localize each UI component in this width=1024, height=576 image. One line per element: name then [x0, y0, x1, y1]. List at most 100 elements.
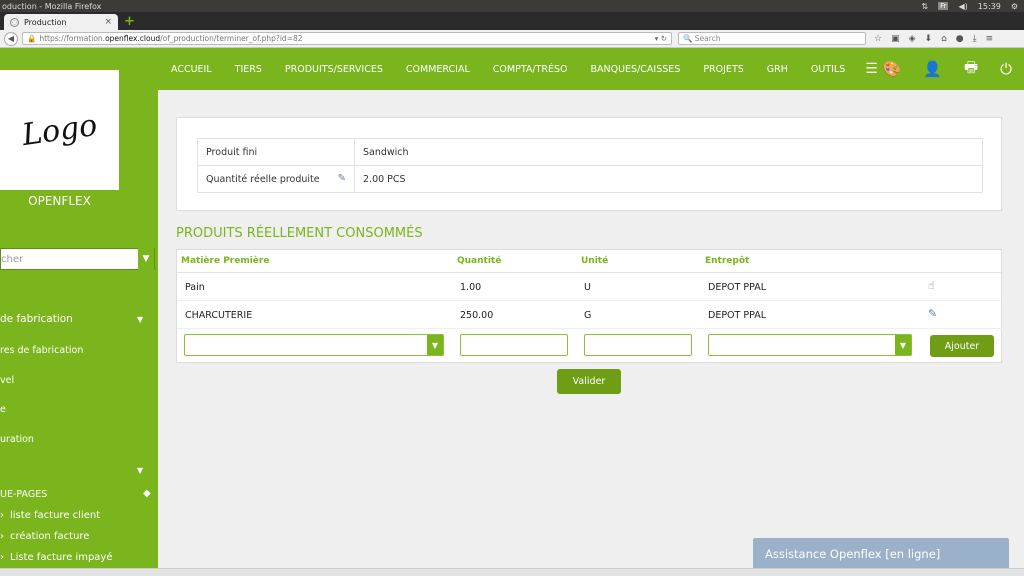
tag-icon[interactable]: ◆ — [143, 488, 151, 499]
power-icon[interactable]: ⏻ — [1000, 60, 1012, 78]
lock-icon: 🔒 — [27, 34, 37, 43]
cell-material: CHARCUTERIE — [185, 310, 253, 321]
sidebar-item-fabrication[interactable]: de fabrication — [0, 313, 73, 325]
arrow-icon: › — [0, 510, 4, 521]
table-header: Matière Première Quantité Unité Entrepôt — [177, 250, 1003, 273]
chevron-down-icon[interactable]: ▼ — [137, 315, 143, 324]
cell-material: Pain — [185, 282, 205, 293]
header-warehouse: Entrepôt — [705, 256, 750, 266]
sidebar: Logo OPENFLEX cher ▼ de fabrication ▼ re… — [0, 48, 158, 576]
bookmark-star-icon[interactable]: ☆ — [874, 34, 882, 44]
cell-warehouse: DEPOT PPAL — [708, 282, 766, 293]
quantity-input[interactable] — [460, 334, 568, 356]
quick-page-link[interactable]: › liste facture client — [0, 510, 100, 521]
brand-name: OPENFLEX — [28, 194, 91, 208]
nav-projets[interactable]: PROJETS — [703, 64, 743, 75]
edit-pencil-icon[interactable]: ✎ — [338, 173, 346, 184]
sidebar-item-ordres-fabrication[interactable]: res de fabrication — [0, 345, 83, 356]
search-icon: 🔍 — [683, 34, 695, 43]
hand-pointer-icon[interactable]: ☝ — [928, 279, 935, 292]
table-row: Pain 1.00 U DEPOT PPAL ☝ — [177, 273, 1003, 301]
sidebar-item-nouvel[interactable]: vel — [0, 375, 14, 386]
material-select[interactable]: ▼ — [184, 334, 444, 356]
quick-page-link[interactable]: › Liste facture impayé — [0, 552, 113, 563]
nav-commercial[interactable]: COMMERCIAL — [406, 64, 470, 75]
os-top-bar: oduction - Mozilla Firefox ⇅ Fr ◀) 15:39… — [0, 0, 1024, 12]
nav-produits-services[interactable]: PRODUITS/SERVICES — [285, 64, 383, 75]
header-material: Matière Première — [181, 256, 270, 266]
hamburger-menu-icon[interactable]: ☰ — [865, 61, 878, 77]
palette-icon[interactable]: 🎨 — [883, 60, 902, 78]
browser-tab[interactable]: ◌ Production × — [4, 14, 118, 30]
arrow-icon: › — [0, 552, 4, 563]
home-icon[interactable]: ⌂ — [941, 34, 947, 44]
horizontal-scrollbar[interactable] — [0, 568, 1024, 576]
back-arrow-icon[interactable]: ◀ — [4, 31, 18, 46]
downloads-icon[interactable]: ⤓ — [973, 34, 977, 44]
validate-button[interactable]: Valider — [557, 369, 621, 394]
consumed-products-panel: Matière Première Quantité Unité Entrepôt… — [176, 249, 1003, 363]
nav-compta-treso[interactable]: COMPTA/TRÉSO — [493, 64, 568, 75]
finished-product-value: Sandwich — [354, 138, 983, 166]
browser-menu-icon[interactable]: ≡ — [986, 34, 994, 44]
browser-search-box[interactable]: 🔍 Search — [678, 32, 866, 45]
sidebar-search-input[interactable]: cher ▼ — [0, 248, 155, 270]
chevron-down-icon[interactable]: ▼ — [895, 335, 911, 355]
quick-pages-title: UE-PAGES — [0, 489, 48, 500]
arrow-icon: › — [0, 531, 4, 542]
nav-outils[interactable]: OUTILS — [811, 64, 845, 75]
edit-pencil-icon[interactable]: ✎ — [928, 307, 937, 320]
table-row: CHARCUTERIE 250.00 G DEPOT PPAL ✎ — [177, 301, 1003, 329]
new-tab-icon[interactable]: + — [124, 15, 135, 28]
address-bar[interactable]: 🔒 https://formation. openflex.cloud /of_… — [22, 32, 672, 45]
table-row: Quantité réelle produite ✎ 2.00 PCS — [197, 165, 983, 193]
browser-search-placeholder: Search — [694, 34, 721, 43]
quick-page-label: Liste facture impayé — [10, 552, 113, 563]
sidebar-item-configuration[interactable]: uration — [0, 434, 34, 445]
section-title: PRODUITS RÉELLEMENT CONSOMMÉS — [176, 226, 423, 241]
nav-banques-caisses[interactable]: BANQUES/CAISSES — [591, 64, 681, 75]
finished-product-label: Produit fini — [197, 138, 355, 166]
logo-text: Logo — [19, 107, 100, 153]
product-info-table: Produit fini Sandwich Quantité réelle pr… — [197, 138, 983, 193]
header-quantity: Quantité — [457, 256, 502, 266]
url-domain: openflex.cloud — [105, 34, 161, 43]
print-icon[interactable]: 🖶 — [964, 57, 978, 82]
company-logo[interactable]: Logo — [0, 70, 119, 190]
quantity-produced-value: 2.00 PCS — [354, 165, 983, 193]
keyboard-layout-indicator[interactable]: Fr — [938, 2, 949, 10]
chat-icon[interactable]: ● — [956, 34, 964, 44]
tab-title: Production — [24, 17, 67, 27]
quick-page-link[interactable]: › création facture — [0, 531, 89, 542]
reader-icon[interactable]: ▣ — [891, 34, 900, 44]
clock[interactable]: 15:39 — [978, 2, 1001, 11]
nav-grh[interactable]: GRH — [767, 64, 788, 75]
pocket-icon[interactable]: ◈ — [909, 34, 916, 44]
warehouse-select[interactable]: ▼ — [708, 334, 912, 356]
cell-unit: U — [584, 282, 591, 293]
header-unit: Unité — [581, 256, 609, 266]
quantity-produced-label: Quantité réelle produite — [206, 173, 320, 185]
nav-accueil[interactable]: ACCUEIL — [171, 64, 212, 75]
cell-quantity: 1.00 — [460, 282, 482, 293]
download-arrow-icon[interactable]: ⬇ — [925, 34, 933, 44]
close-tab-icon[interactable]: × — [104, 17, 112, 27]
user-icon[interactable]: 👤 — [923, 60, 942, 78]
sidebar-item-liste[interactable]: e — [0, 404, 6, 415]
chevron-down-icon[interactable]: ▼ — [137, 466, 143, 475]
add-button[interactable]: Ajouter — [930, 335, 994, 357]
nav-tiers[interactable]: TIERS — [235, 64, 262, 75]
reload-icon[interactable]: ▾ ↻ — [655, 34, 667, 43]
settings-gear-icon[interactable]: ⚙ — [1011, 2, 1018, 11]
browser-navigation-bar: ◀ 🔒 https://formation. openflex.cloud /o… — [0, 30, 1024, 48]
table-row: Produit fini Sandwich — [197, 138, 983, 166]
chevron-down-icon[interactable]: ▼ — [427, 335, 443, 355]
sidebar-search-placeholder: cher — [1, 253, 24, 265]
volume-icon[interactable]: ◀) — [958, 2, 967, 11]
product-info-panel: Produit fini Sandwich Quantité réelle pr… — [176, 117, 1002, 211]
sidebar-search-dropdown-icon[interactable]: ▼ — [138, 248, 154, 270]
url-prefix: https://formation. — [39, 34, 106, 43]
main-navigation: ACCUEIL TIERS PRODUITS/SERVICES COMMERCI… — [158, 48, 1024, 90]
unit-input[interactable] — [584, 334, 692, 356]
network-icon[interactable]: ⇅ — [921, 2, 928, 11]
